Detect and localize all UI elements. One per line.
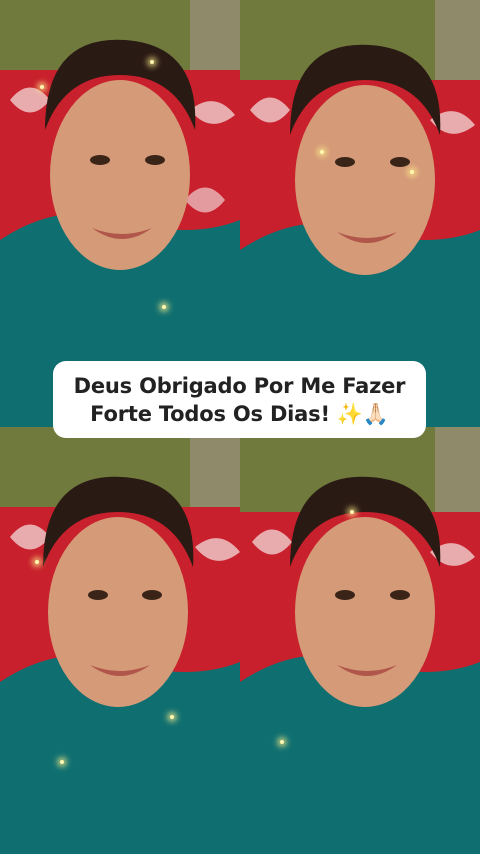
caption-line-1: Deus Obrigado Por Me Fazer (73, 373, 406, 398)
sparkle-effect (150, 60, 154, 64)
story-canvas: Deus Obrigado Por Me Fazer Forte Todos O… (0, 0, 480, 854)
sparkle-effect (40, 85, 44, 89)
sparkle-effect (162, 305, 166, 309)
sparkle-effect (320, 150, 324, 154)
sparkle-effect (170, 715, 174, 719)
photo-tile-bottom-left (0, 427, 240, 854)
selfie-photo (240, 427, 480, 854)
sparkle-effect (350, 510, 354, 514)
caption-line-2: Forte Todos Os Dias! ✨🙏🏻 (90, 401, 389, 426)
selfie-photo (0, 427, 240, 854)
sparkle-effect (410, 170, 414, 174)
sparkle-effect (35, 560, 39, 564)
caption-sticker: Deus Obrigado Por Me Fazer Forte Todos O… (53, 361, 426, 438)
sparkle-effect (60, 760, 64, 764)
sparkle-effect (280, 740, 284, 744)
photo-tile-bottom-right (240, 427, 480, 854)
